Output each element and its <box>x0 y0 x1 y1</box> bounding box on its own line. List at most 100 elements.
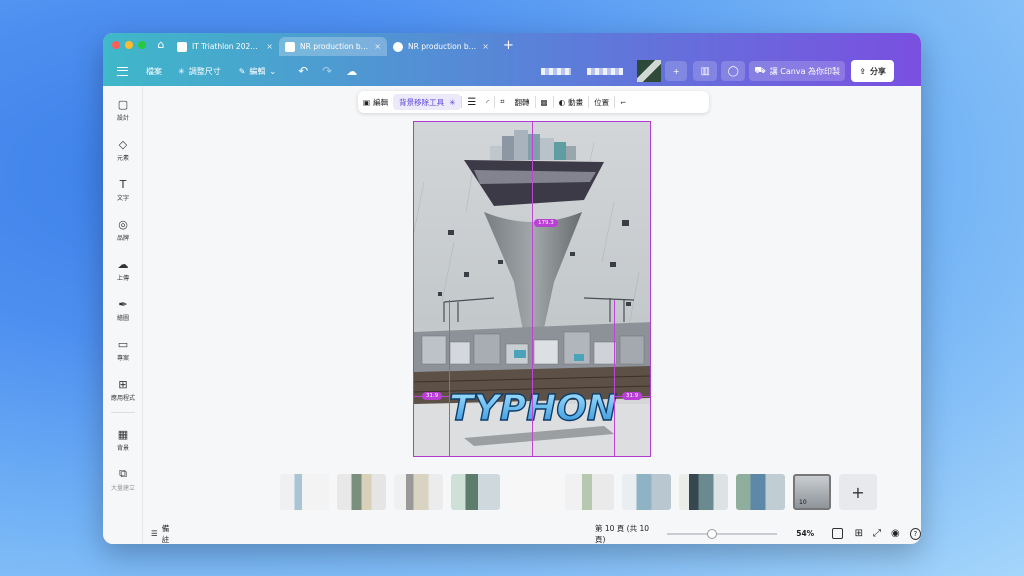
new-tab-button[interactable]: + <box>495 38 522 53</box>
sidebar-item-label: 應用程式 <box>110 395 135 402</box>
page-thumbnail-7[interactable] <box>622 474 671 510</box>
left-sidebar: ▢ 設計 ◇ 元素 T 文字 ◎ 品牌 ☁ 上傳 ✒ 繪圖 ▭ 專案 ⊞ 應用程 <box>103 86 143 544</box>
design-title-redacted <box>541 67 572 75</box>
sidebar-item-label: 元素 <box>116 155 129 162</box>
edit-image-button[interactable]: ▣ 編輯 <box>358 91 393 113</box>
folder-icon: ▭ <box>117 337 129 351</box>
menu-icon[interactable] <box>117 66 128 76</box>
insights-button[interactable]: ▥ <box>693 61 718 81</box>
zoom-level[interactable]: 54% <box>796 529 814 538</box>
sidebar-item-label: 設計 <box>116 115 129 122</box>
help-icon[interactable]: ? <box>909 527 921 540</box>
file-menu[interactable]: 檔案 <box>146 66 162 77</box>
print-favicon-icon <box>285 41 295 52</box>
image-context-toolbar: ▣ 編輯 背景移除工具 ✳ ☰ ◜ ⌗ 翻轉 ▩ ◐ 動畫 位置 ⌐ <box>358 91 709 113</box>
sparkle-icon: ✳ <box>178 66 185 76</box>
page-thumbnail-1[interactable] <box>280 474 329 510</box>
minimize-window-button[interactable] <box>125 40 133 49</box>
sidebar-item-projects[interactable]: ▭ 專案 <box>103 337 143 363</box>
sidebar-item-elements[interactable]: ◇ 元素 <box>103 138 143 163</box>
share-label: 分享 <box>869 66 886 76</box>
design-canvas[interactable]: TYPHON 179.3 31.9 31.9 <box>413 121 651 457</box>
home-icon[interactable]: ⌂ <box>151 35 171 55</box>
add-collaborator-button[interactable]: + <box>665 61 688 81</box>
avatar[interactable] <box>637 60 662 82</box>
sidebar-item-bulk-create[interactable]: ⧉ 大量建立 <box>103 467 143 492</box>
zoom-slider-knob[interactable] <box>707 528 718 539</box>
redo-icon: ↷ <box>322 64 333 78</box>
poster-image[interactable]: TYPHON 179.3 31.9 31.9 <box>413 121 651 457</box>
page-thumbnail-10-selected[interactable]: 10 <box>793 474 831 510</box>
flip-label: 翻轉 <box>514 97 530 107</box>
sidebar-item-draw[interactable]: ✒ 繪圖 <box>103 298 143 323</box>
animate-button[interactable]: ◐ 動畫 <box>554 91 589 113</box>
page-thumbnail-9[interactable] <box>736 474 785 510</box>
page-indicator[interactable]: 第 10 頁 (共 10 頁) <box>595 523 657 545</box>
poster-title-text: TYPHON <box>449 388 617 429</box>
image-icon: ▣ <box>363 97 371 107</box>
page-thumbnail-2[interactable] <box>337 474 386 510</box>
sidebar-item-label: 大量建立 <box>110 485 135 492</box>
browser-tab-2[interactable]: NR production bro... × <box>279 37 387 56</box>
measure-label-right: 31.9 <box>622 392 643 400</box>
background-icon: ▦ <box>117 427 129 441</box>
file-label: 檔案 <box>146 66 162 76</box>
maximize-window-button[interactable] <box>138 40 146 49</box>
bg-remover-button[interactable]: 背景移除工具 ✳ <box>393 94 462 110</box>
page-number-badge: 10 <box>799 499 807 506</box>
tab-close-icon[interactable]: × <box>374 42 381 51</box>
animate-label: 動畫 <box>568 97 584 107</box>
status-bar: ☰ 備註 第 10 頁 (共 10 頁) 54% ⊞ ⤢ ◉ ? <box>143 523 921 544</box>
text-icon: T <box>119 177 127 191</box>
border-style-button[interactable]: ☰ <box>462 91 481 113</box>
fullscreen-icon[interactable]: ⤢ <box>873 528 881 539</box>
corner-rounding-button[interactable]: ◜ <box>481 91 494 113</box>
edit-mode-dropdown[interactable]: ✎ 編輯 ⌄ <box>239 66 276 77</box>
print-with-canva-button[interactable]: ⛟ 讓 Canva 為你印製 <box>749 61 846 81</box>
resize-button[interactable]: ✳ 調整尺寸 <box>178 66 221 77</box>
transparency-button[interactable]: ▩ <box>536 91 553 113</box>
sidebar-item-label: 上傳 <box>116 275 129 282</box>
tab-close-icon[interactable]: × <box>266 42 273 51</box>
sidebar-item-design[interactable]: ▢ 設計 <box>103 98 143 123</box>
tab-close-icon[interactable]: × <box>482 42 489 51</box>
page-thumbnail-6[interactable] <box>565 474 614 510</box>
sidebar-item-label: 品牌 <box>116 235 129 242</box>
sidebar-item-brand[interactable]: ◎ 品牌 <box>103 218 143 243</box>
notes-button[interactable]: ☰ 備註 <box>151 523 175 545</box>
page-thumbnail-3[interactable] <box>394 474 443 510</box>
crop-button[interactable]: ⌗ <box>495 91 509 113</box>
undo-icon: ↶ <box>298 64 309 78</box>
zoom-slider[interactable] <box>667 528 778 539</box>
share-icon: ⇪ <box>859 66 866 76</box>
browser-tab-bar: ⌂ IT Triathlon 2024 - ... × NR productio… <box>103 33 921 56</box>
comments-button[interactable]: ◯ <box>721 61 746 81</box>
position-button[interactable]: 位置 <box>589 91 614 113</box>
share-button[interactable]: ⇪ 分享 <box>851 60 894 82</box>
sidebar-item-background[interactable]: ▦ 背景 <box>103 427 143 453</box>
redo-button[interactable]: ↷ <box>322 64 332 78</box>
design-title-redacted-2 <box>587 67 624 75</box>
close-window-button[interactable] <box>112 40 120 49</box>
flip-button[interactable]: 翻轉 <box>510 91 535 113</box>
page-thumbnail-4[interactable] <box>451 474 500 510</box>
sidebar-item-text[interactable]: T 文字 <box>103 177 143 203</box>
check-circle-icon[interactable]: ◉ <box>891 528 900 539</box>
bg-remover-label: 背景移除工具 <box>399 97 445 107</box>
chevron-down-icon: ⌄ <box>269 66 277 76</box>
crop-icon: ⌗ <box>500 97 505 106</box>
undo-button[interactable]: ↶ <box>298 64 308 78</box>
cloud-save-icon[interactable]: ☁ <box>346 65 357 78</box>
grid-view-icon[interactable]: ⊞ <box>855 528 863 539</box>
page-filmstrip: 10 + <box>280 473 877 511</box>
page-thumbnail-5[interactable] <box>508 474 557 510</box>
browser-tab-3[interactable]: NR production bro... × <box>387 37 495 56</box>
sidebar-item-apps[interactable]: ⊞ 應用程式 <box>103 378 143 403</box>
copy-style-button[interactable]: ⌐ <box>615 91 631 113</box>
page-thumbnail-8[interactable] <box>679 474 728 510</box>
pages-view-icon[interactable] <box>832 528 843 539</box>
pencil-icon: ✎ <box>238 66 246 76</box>
browser-tab-1[interactable]: IT Triathlon 2024 - ... × <box>171 37 279 56</box>
sidebar-item-uploads[interactable]: ☁ 上傳 <box>103 258 143 283</box>
add-page-button[interactable]: + <box>839 474 877 510</box>
